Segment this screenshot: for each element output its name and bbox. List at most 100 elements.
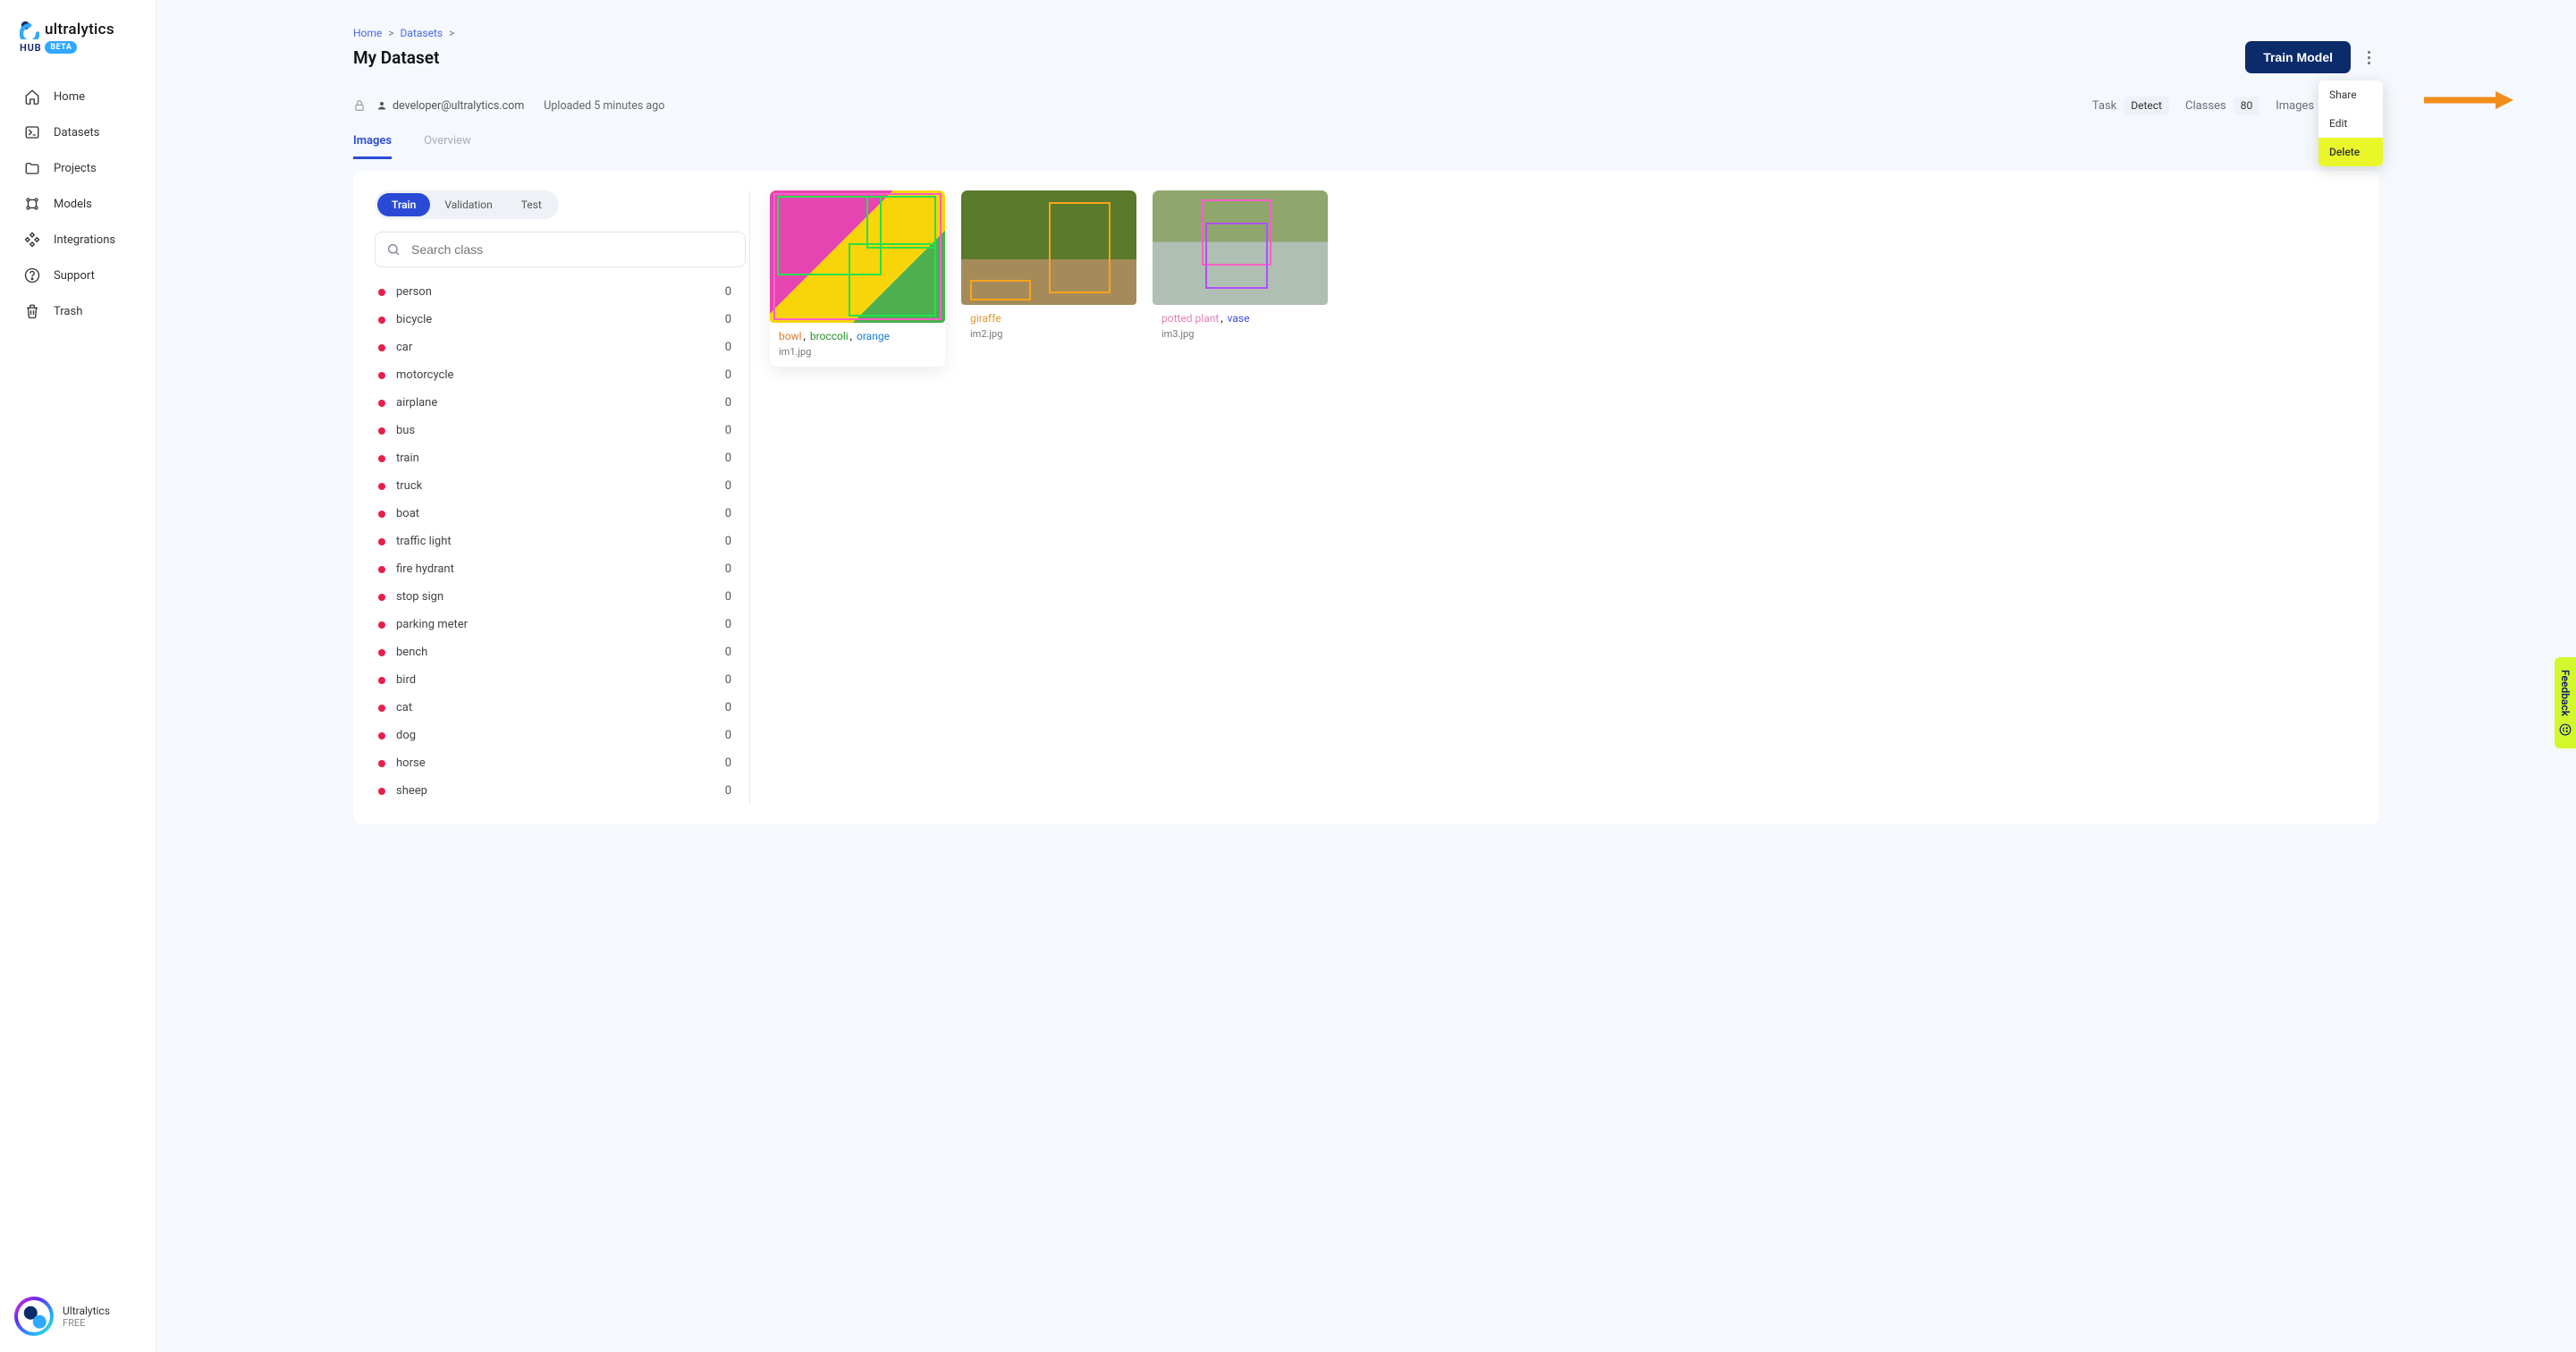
class-dot — [378, 788, 385, 795]
class-count: 0 — [725, 535, 731, 548]
class-dot — [378, 649, 385, 656]
owner-chip[interactable]: developer@ultralytics.com — [376, 99, 524, 113]
class-row[interactable]: person 0 — [375, 278, 735, 306]
lock-icon — [353, 99, 366, 112]
class-row[interactable]: train0 — [375, 444, 735, 472]
image-tag: orange — [857, 330, 890, 342]
context-delete[interactable]: Delete — [2318, 138, 2383, 166]
brand-logo[interactable]: ultralytics HUB BETA — [0, 20, 156, 79]
image-tag: , — [804, 330, 808, 342]
class-name: dog — [396, 729, 416, 742]
class-row[interactable]: fire hydrant0 — [375, 555, 735, 583]
image-grid: bowl, broccoli, orange im1.jpg giraffeim2.… — [750, 190, 2358, 805]
sidebar-item-integrations[interactable]: Integrations — [16, 222, 139, 258]
split-tab-train[interactable]: Train — [377, 193, 430, 216]
class-name: sheep — [396, 784, 427, 798]
ultralytics-logo-icon — [20, 20, 39, 39]
sidebar-item-models[interactable]: Models — [16, 186, 139, 222]
class-row[interactable]: truck0 — [375, 472, 735, 500]
class-row[interactable]: sheep0 — [375, 777, 735, 805]
breadcrumb-datasets[interactable]: Datasets — [401, 27, 443, 39]
class-row[interactable]: boat0 — [375, 500, 735, 528]
more-button[interactable] — [2358, 43, 2379, 72]
feedback-tab[interactable]: Feedback — [2555, 657, 2576, 748]
sidebar: ultralytics HUB BETA Home Datasets Project… — [0, 0, 156, 1352]
class-count: 0 — [725, 673, 731, 687]
breadcrumb-sep-1: > — [388, 27, 393, 39]
sidebar-item-projects[interactable]: Projects — [16, 150, 139, 186]
sidebar-item-home[interactable]: Home — [16, 79, 139, 114]
class-row[interactable]: parking meter 0 — [375, 611, 735, 638]
breadcrumb-home[interactable]: Home — [353, 27, 382, 39]
class-row[interactable]: cat0 — [375, 694, 735, 722]
image-card[interactable]: potted plant, vaseim3.jpg — [1153, 190, 1328, 349]
class-count: 0 — [725, 396, 731, 410]
image-filename: im1.jpg — [779, 346, 936, 358]
class-count: 0 — [725, 285, 731, 299]
class-name: cat — [396, 701, 412, 714]
meta-classes: Classes 80 — [2185, 97, 2259, 114]
class-row[interactable]: car0 — [375, 334, 735, 361]
content-card: Train Validation Test person 0 bicycle0car… — [353, 171, 2379, 824]
tab-overview[interactable]: Overview — [424, 134, 471, 159]
search-input[interactable] — [375, 232, 746, 267]
class-name: train — [396, 452, 419, 465]
image-tag: , — [850, 330, 855, 342]
class-row[interactable]: bus0 — [375, 417, 735, 444]
class-name: parking meter — [396, 618, 468, 631]
class-row[interactable]: motorcycle0 — [375, 361, 735, 389]
class-list[interactable]: person0bicycle0car0motorcycle0airplane0b… — [375, 278, 746, 805]
smile-icon — [2559, 723, 2572, 736]
class-count: 0 — [725, 729, 731, 742]
split-tab-validation[interactable]: Validation — [430, 193, 506, 216]
sidebar-item-support[interactable]: Support — [16, 258, 139, 293]
class-name: motorcycle — [396, 368, 453, 382]
sidebar-user[interactable]: Ultralytics FREE — [0, 1280, 156, 1352]
class-dot — [378, 677, 385, 684]
tab-images[interactable]: Images — [353, 134, 392, 159]
class-row[interactable]: traffic light 0 — [375, 528, 735, 555]
support-icon — [23, 266, 41, 284]
owner-email: developer@ultralytics.com — [393, 99, 524, 113]
image-tag: , — [1220, 312, 1225, 325]
class-name: bench — [396, 646, 427, 659]
home-icon — [23, 88, 41, 106]
class-row[interactable]: stop sign0 — [375, 583, 735, 611]
class-row[interactable]: bench0 — [375, 638, 735, 666]
user-plan: FREE — [63, 1317, 110, 1329]
class-name: traffic light — [396, 535, 452, 548]
image-card[interactable]: bowl, broccoli, orange im1.jpg — [770, 190, 945, 367]
class-name: bird — [396, 673, 416, 687]
context-share[interactable]: Share — [2318, 80, 2383, 109]
image-tags: bowl, broccoli, orange — [779, 330, 936, 342]
image-card[interactable]: giraffeim2.jpg — [961, 190, 1136, 349]
sidebar-item-datasets[interactable]: Datasets — [16, 114, 139, 150]
meta-classes-label: Classes — [2185, 99, 2226, 113]
breadcrumb-sep-2: > — [449, 27, 454, 39]
class-name: person — [396, 285, 432, 299]
class-dot — [378, 427, 385, 435]
nav-label: Home — [54, 90, 85, 104]
class-name: airplane — [396, 396, 437, 410]
image-tag: potted plant — [1161, 312, 1219, 325]
context-edit[interactable]: Edit — [2318, 109, 2383, 138]
sidebar-item-trash[interactable]: Trash — [16, 293, 139, 329]
train-model-button[interactable]: Train Model — [2245, 41, 2351, 73]
class-count: 0 — [725, 618, 731, 631]
user-avatar — [18, 1300, 50, 1332]
class-row[interactable]: horse0 — [375, 749, 735, 777]
class-row[interactable]: bird 0 — [375, 666, 735, 694]
nav-label: Trash — [54, 305, 82, 318]
class-dot — [378, 372, 385, 379]
meta-classes-value: 80 — [2234, 97, 2260, 114]
split-tab-test[interactable]: Test — [507, 193, 556, 216]
trash-icon — [23, 302, 41, 320]
class-row[interactable]: bicycle0 — [375, 306, 735, 334]
nav-label: Projects — [54, 162, 97, 175]
class-count: 0 — [725, 756, 731, 770]
datasets-icon — [23, 123, 41, 141]
class-row[interactable]: airplane 0 — [375, 389, 735, 417]
main-tabs: Images Overview — [353, 134, 2379, 160]
image-tags: giraffe — [970, 312, 1128, 325]
class-row[interactable]: dog 0 — [375, 722, 735, 749]
